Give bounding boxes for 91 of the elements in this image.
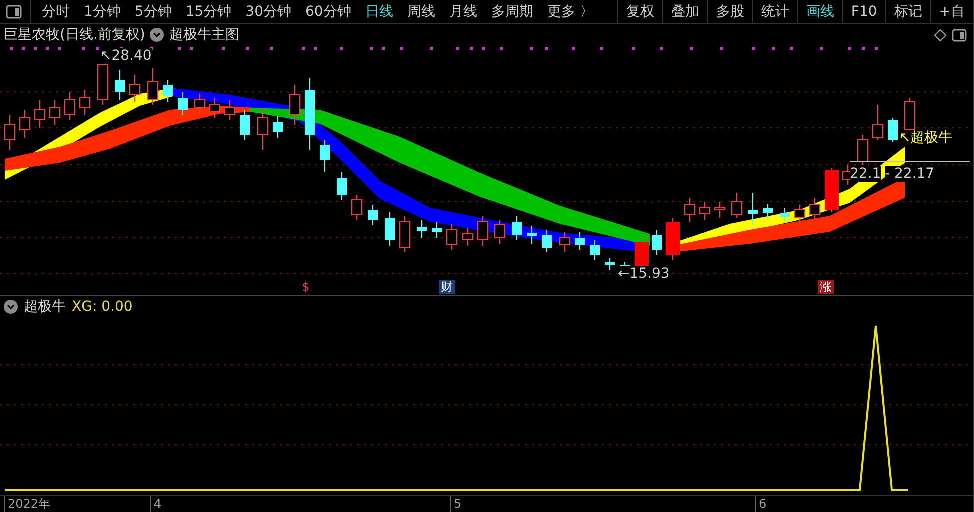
diamond-icon[interactable] — [934, 28, 947, 42]
event-marker[interactable]: $ — [300, 280, 312, 294]
candlestick — [20, 110, 30, 138]
toolbar-button[interactable]: 标记 — [885, 0, 930, 23]
toolbar-button[interactable]: 复权 — [617, 0, 662, 23]
period-tab[interactable]: 更多 〉 — [540, 0, 601, 23]
candlestick — [825, 168, 839, 212]
candlestick — [194, 94, 206, 114]
indicator-name: 超极牛 — [24, 298, 66, 316]
indicator-name: 超极牛主图 — [169, 26, 240, 44]
period-tab[interactable]: 月线 — [442, 0, 484, 23]
panel-toggle-icon[interactable] — [952, 28, 967, 42]
candlestick — [478, 216, 488, 246]
toolbar-button[interactable]: 多股 — [707, 0, 752, 23]
period-tab[interactable]: 多周期 — [484, 0, 540, 23]
indicator-value: XG: 0.00 — [72, 299, 133, 315]
period-tab[interactable]: 30分钟 — [238, 0, 298, 23]
candlestick — [178, 92, 188, 116]
event-marker[interactable]: 财 — [439, 280, 455, 294]
candlestick — [417, 220, 427, 238]
candlestick — [432, 222, 442, 238]
candlestick — [148, 68, 158, 106]
candlestick — [494, 220, 506, 244]
candlestick — [714, 202, 726, 218]
period-tab[interactable]: 5分钟 — [128, 0, 179, 23]
candlestick — [810, 198, 820, 220]
candlestick — [240, 110, 250, 140]
period-tab[interactable]: 60分钟 — [298, 0, 358, 23]
candlestick — [652, 230, 662, 256]
candlestick — [163, 80, 173, 102]
axis-label: 2022年 — [4, 496, 51, 512]
period-tab[interactable]: 分时 — [35, 0, 77, 23]
candlestick — [512, 216, 522, 240]
candlestick — [542, 230, 552, 252]
candlestick — [780, 208, 790, 222]
toolbar-button[interactable]: +自 — [930, 0, 973, 23]
period-tab[interactable]: 周线 — [400, 0, 442, 23]
price-label: 22.1 — [850, 166, 882, 182]
candlestick — [130, 74, 140, 102]
period-tab[interactable]: 15分钟 — [178, 0, 239, 23]
candlestick — [64, 92, 76, 120]
candlestick — [527, 226, 537, 244]
chevron-down-icon[interactable] — [4, 300, 18, 314]
candlestick — [605, 258, 615, 270]
axis-label: 5 — [450, 496, 462, 512]
candlestick — [560, 232, 570, 252]
candlestick — [700, 202, 710, 220]
candlestick — [575, 232, 585, 250]
signal-label: ↖超极牛 — [899, 130, 953, 146]
candlestick — [115, 70, 125, 100]
candlestick — [368, 204, 378, 226]
candlestick — [794, 204, 806, 222]
candlestick — [34, 100, 46, 128]
candlestick — [748, 192, 758, 226]
candlestick — [273, 116, 283, 138]
candlestick — [385, 212, 395, 246]
candlestick — [337, 172, 347, 200]
axis-label: 4 — [150, 496, 162, 512]
chart-title: 巨星农牧(日线.前复权) — [4, 26, 146, 44]
candlestick — [224, 100, 236, 120]
candlestick — [210, 98, 220, 118]
candlestick — [462, 228, 474, 246]
toolbar-button[interactable]: F10 — [842, 0, 886, 23]
toolbar-button[interactable]: 画线 — [797, 0, 842, 23]
candlestick — [888, 118, 898, 142]
candlestick — [684, 198, 696, 222]
candlestick — [258, 108, 268, 150]
candlestick — [666, 218, 680, 260]
toolbar-button[interactable]: 统计 — [752, 0, 798, 23]
candlestick — [400, 216, 410, 252]
candlestick — [446, 224, 458, 250]
candlestick — [320, 140, 330, 172]
candlestick — [80, 90, 90, 116]
price-label: - 22.17 — [885, 166, 935, 182]
candlestick — [352, 194, 362, 220]
candlestick — [50, 100, 60, 126]
chevron-down-icon[interactable] — [150, 28, 164, 42]
candlestick — [763, 204, 773, 218]
axis-label: 6 — [755, 496, 767, 512]
candlestick — [732, 192, 742, 218]
candlestick — [872, 104, 884, 140]
event-marker[interactable]: 涨 — [818, 280, 834, 294]
candlestick — [290, 84, 300, 126]
candlestick — [4, 114, 16, 150]
price-label: ↖28.40 — [100, 48, 152, 64]
period-tab[interactable]: 1分钟 — [77, 0, 128, 23]
candlestick — [858, 134, 868, 166]
candlestick — [590, 240, 600, 260]
panel-toggle-icon[interactable] — [6, 4, 22, 18]
period-tab[interactable]: 日线 — [358, 0, 400, 23]
toolbar-button[interactable]: 叠加 — [662, 0, 708, 23]
